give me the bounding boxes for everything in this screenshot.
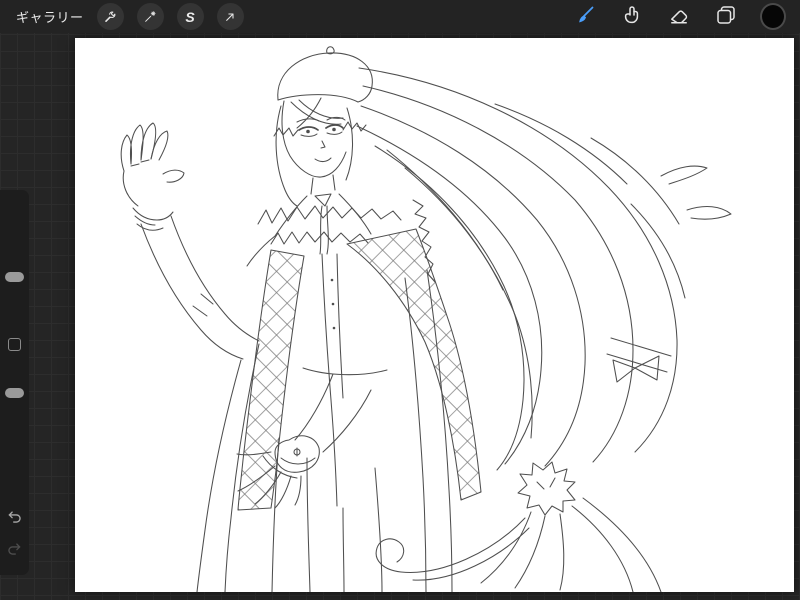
eraser-tool-button[interactable] <box>666 4 692 30</box>
smudge-icon <box>620 3 644 30</box>
color-swatch-button[interactable] <box>760 3 786 30</box>
canvas-artwork <box>120 46 732 592</box>
procreate-window: ギャラリー S <box>0 0 800 600</box>
wrench-icon <box>102 9 118 25</box>
brush-icon <box>573 3 597 30</box>
layers-button[interactable] <box>713 4 739 30</box>
redo-button[interactable] <box>3 538 26 561</box>
redo-icon <box>5 539 24 561</box>
selection-button[interactable]: S <box>176 3 204 30</box>
drawing-canvas[interactable] <box>75 38 794 592</box>
gallery-button[interactable]: ギャラリー <box>16 7 84 26</box>
adjustments-button[interactable] <box>136 3 164 30</box>
opacity-slider[interactable] <box>5 388 24 398</box>
layers-icon <box>714 3 738 30</box>
transform-button[interactable] <box>216 3 244 30</box>
move-arrow-icon <box>222 9 238 25</box>
magic-wand-icon <box>142 9 158 25</box>
brush-size-slider[interactable] <box>5 272 24 282</box>
topbar-right-group <box>572 3 800 30</box>
undo-button[interactable] <box>3 506 26 529</box>
current-color-swatch <box>760 3 786 30</box>
eraser-icon <box>667 3 691 30</box>
topbar-left-group: ギャラリー S <box>0 3 244 30</box>
smudge-tool-button[interactable] <box>619 4 645 30</box>
brush-tool-button[interactable] <box>572 4 598 30</box>
actions-button[interactable] <box>96 3 124 30</box>
modify-button[interactable] <box>8 338 21 351</box>
selection-s-icon: S <box>185 8 195 25</box>
topbar: ギャラリー S <box>0 0 800 33</box>
undo-icon <box>5 507 24 529</box>
brush-sidebar <box>0 190 29 575</box>
